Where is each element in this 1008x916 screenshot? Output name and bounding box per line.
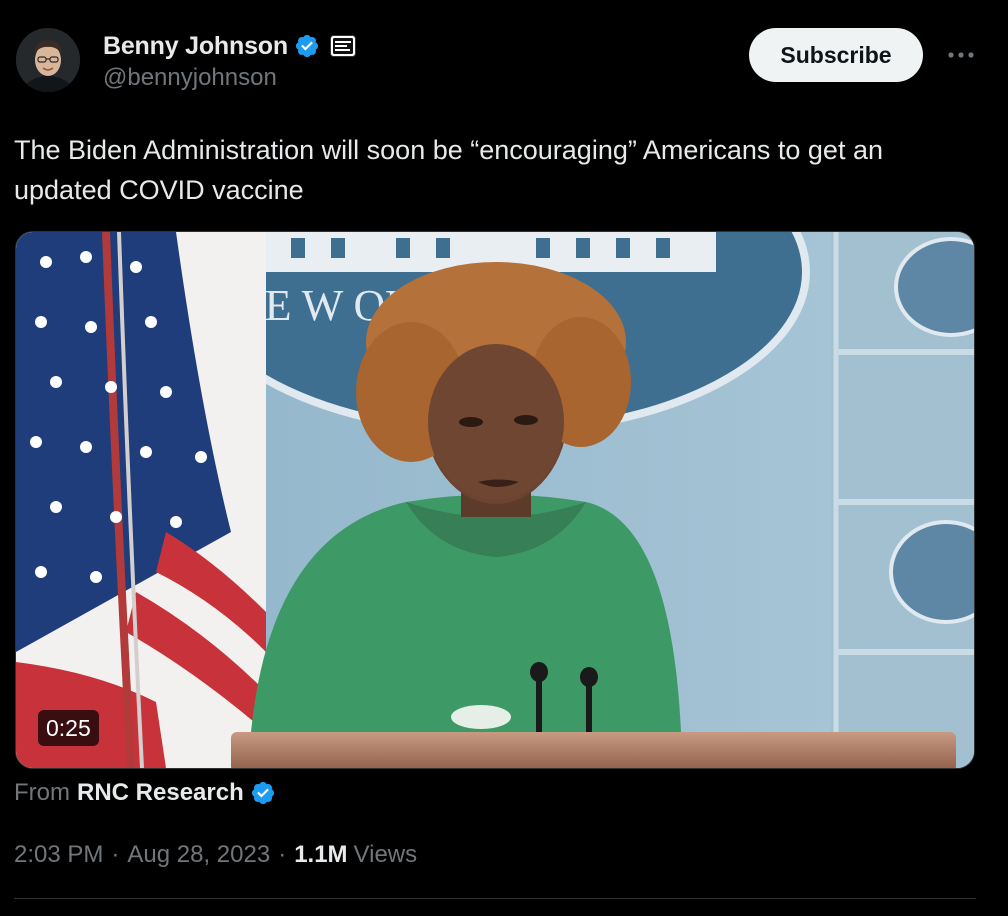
more-horizontal-icon <box>948 52 974 58</box>
more-options-button[interactable] <box>944 40 978 70</box>
meta-separator: · <box>278 841 287 868</box>
tweet: Benny Johnson @bennyjohnson Subscribe Th… <box>0 0 1008 916</box>
news-badge-icon[interactable] <box>329 35 356 57</box>
author-handle[interactable]: @bennyjohnson <box>103 64 356 92</box>
flag <box>16 232 266 768</box>
video-player[interactable]: THE W OUSE 0:25 <box>15 231 975 769</box>
author-block: Benny Johnson @bennyjohnson <box>103 30 356 92</box>
video-duration-badge: 0:25 <box>38 710 99 746</box>
tweet-text: The Biden Administration will soon be “e… <box>14 135 883 205</box>
author-avatar[interactable] <box>16 28 80 92</box>
podium <box>231 732 956 768</box>
avatar-image <box>16 28 80 92</box>
attribution-source-link[interactable]: RNC Research <box>77 779 244 807</box>
subscribe-button[interactable]: Subscribe <box>749 28 923 82</box>
meta-separator: · <box>111 841 120 868</box>
tweet-date[interactable]: Aug 28, 2023 <box>127 841 270 869</box>
views-label: Views <box>353 841 418 868</box>
verified-badge-icon <box>251 781 274 805</box>
divider <box>14 898 976 899</box>
video-thumbnail: THE W OUSE <box>16 232 974 768</box>
author-display-name[interactable]: Benny Johnson <box>103 32 288 61</box>
views-count: 1.1M <box>294 841 348 868</box>
video-attribution: From RNC Research <box>14 775 276 811</box>
verified-badge-icon[interactable] <box>294 33 320 59</box>
from-label: From <box>14 779 70 806</box>
author-name-row: Benny Johnson <box>103 30 356 62</box>
tweet-meta: 2:03 PM · Aug 28, 2023 · 1.1M Views <box>14 837 417 873</box>
tweet-time[interactable]: 2:03 PM <box>14 841 103 869</box>
